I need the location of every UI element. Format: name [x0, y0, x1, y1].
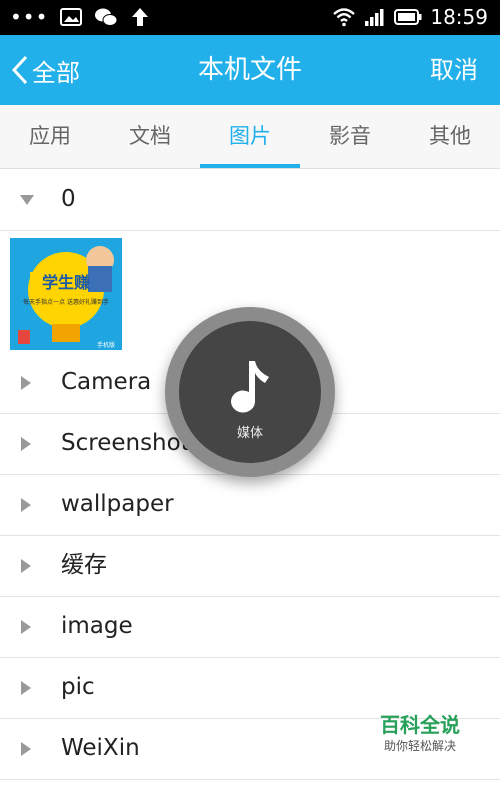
media-floating-button[interactable]: 媒体 [165, 307, 335, 477]
wechat-notification-icon [95, 8, 118, 26]
folder-label: Camera [61, 369, 152, 395]
page-title: 本机文件 [197, 55, 302, 85]
watermark-subtitle: 助你轻松解决 [383, 739, 456, 753]
media-label: 媒体 [236, 426, 263, 441]
thumbnail-subtext: 每天手指点一点 送惠好礼赚到手 [23, 298, 109, 306]
thumbnail-text: 学生赚 [42, 273, 90, 292]
thumbnail-corner: 手机版 [97, 341, 115, 349]
category-tabs: 应用 文档 图片 影音 其他 [0, 105, 500, 169]
folder-label: pic [61, 674, 95, 700]
triangle-right-icon [20, 718, 32, 779]
triangle-right-icon [20, 474, 32, 535]
folder-label: wallpaper [61, 491, 174, 517]
tab-other[interactable]: 其他 [400, 105, 500, 168]
tab-apps[interactable]: 应用 [0, 105, 100, 168]
image-thumbnail[interactable]: 学生赚 每天手指点一点 送惠好礼赚到手 手机版 [10, 238, 122, 350]
folder-row[interactable]: image [0, 596, 500, 658]
triangle-right-icon [20, 535, 32, 596]
notification-dots: ••• [10, 5, 49, 29]
folder-row-expanded[interactable]: 0 [0, 169, 500, 231]
status-bar-right: 18:59 [332, 6, 488, 28]
cancel-button[interactable]: 取消 [430, 35, 478, 105]
tab-images[interactable]: 图片 [200, 105, 300, 168]
watermark-title: 百科全说 [380, 713, 460, 737]
folder-label: image [61, 613, 133, 639]
folder-row[interactable]: pic [0, 657, 500, 719]
status-bar: ••• 18:59 [0, 0, 500, 35]
watermark: 百科全说 助你轻松解决 [355, 712, 485, 754]
battery-icon [394, 9, 422, 25]
folder-label: 0 [61, 186, 76, 212]
thumbnail-picture: 学生赚 每天手指点一点 送惠好礼赚到手 手机版 [10, 238, 122, 350]
media-button-face: 媒体 [179, 321, 321, 463]
image-notification-icon [60, 8, 83, 26]
triangle-right-icon [20, 352, 32, 413]
triangle-right-icon [20, 413, 32, 474]
clock: 18:59 [430, 5, 488, 29]
title-bar: 全部 本机文件 取消 [0, 35, 500, 105]
tab-media[interactable]: 影音 [300, 105, 400, 168]
folder-row[interactable]: wallpaper [0, 474, 500, 536]
music-note-icon [231, 361, 269, 413]
folder-row[interactable]: 缓存 [0, 535, 500, 597]
status-bar-left: ••• [10, 6, 150, 28]
folder-label: WeiXin [61, 735, 140, 761]
triangle-down-icon [20, 169, 34, 230]
tab-documents[interactable]: 文档 [100, 105, 200, 168]
triangle-right-icon [20, 596, 32, 657]
upload-arrow-icon [132, 8, 149, 26]
folder-label: 缓存 [61, 552, 107, 578]
wifi-icon [333, 8, 356, 27]
triangle-right-icon [20, 657, 32, 718]
signal-icon [365, 9, 384, 26]
